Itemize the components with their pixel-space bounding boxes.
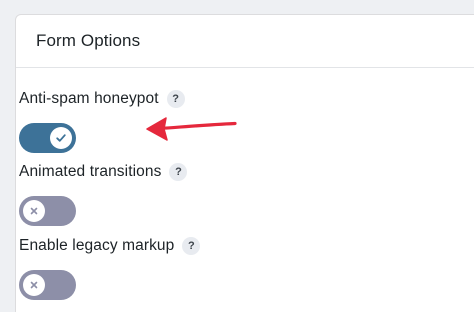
option-label-row: Anti-spam honeypot ? <box>19 89 185 109</box>
check-icon <box>56 134 66 142</box>
panel-header: Form Options <box>16 15 474 68</box>
page: Form Options Anti-spam honeypot ? Animat… <box>0 0 474 312</box>
option-label-row: Animated transitions ? <box>19 162 188 182</box>
option-label: Anti-spam honeypot <box>19 90 159 107</box>
enable-legacy-markup-toggle[interactable] <box>19 270 76 300</box>
option-label-row: Enable legacy markup ? <box>19 236 201 256</box>
panel-title: Form Options <box>36 31 141 50</box>
red-arrow-annotation <box>146 117 237 141</box>
help-icon[interactable]: ? <box>182 237 201 255</box>
option-label: Animated transitions <box>19 163 162 180</box>
close-icon <box>30 207 38 215</box>
option-enable-legacy-markup: Enable legacy markup ? <box>19 236 201 300</box>
help-icon[interactable]: ? <box>169 163 188 181</box>
option-animated-transitions: Animated transitions ? <box>19 162 188 226</box>
anti-spam-honeypot-toggle[interactable] <box>19 123 76 153</box>
toggle-knob <box>23 200 45 222</box>
option-label: Enable legacy markup <box>19 237 175 254</box>
close-icon <box>30 281 38 289</box>
help-icon[interactable]: ? <box>166 90 185 108</box>
toggle-knob <box>50 127 72 149</box>
animated-transitions-toggle[interactable] <box>19 196 76 226</box>
toggle-knob <box>23 274 45 296</box>
